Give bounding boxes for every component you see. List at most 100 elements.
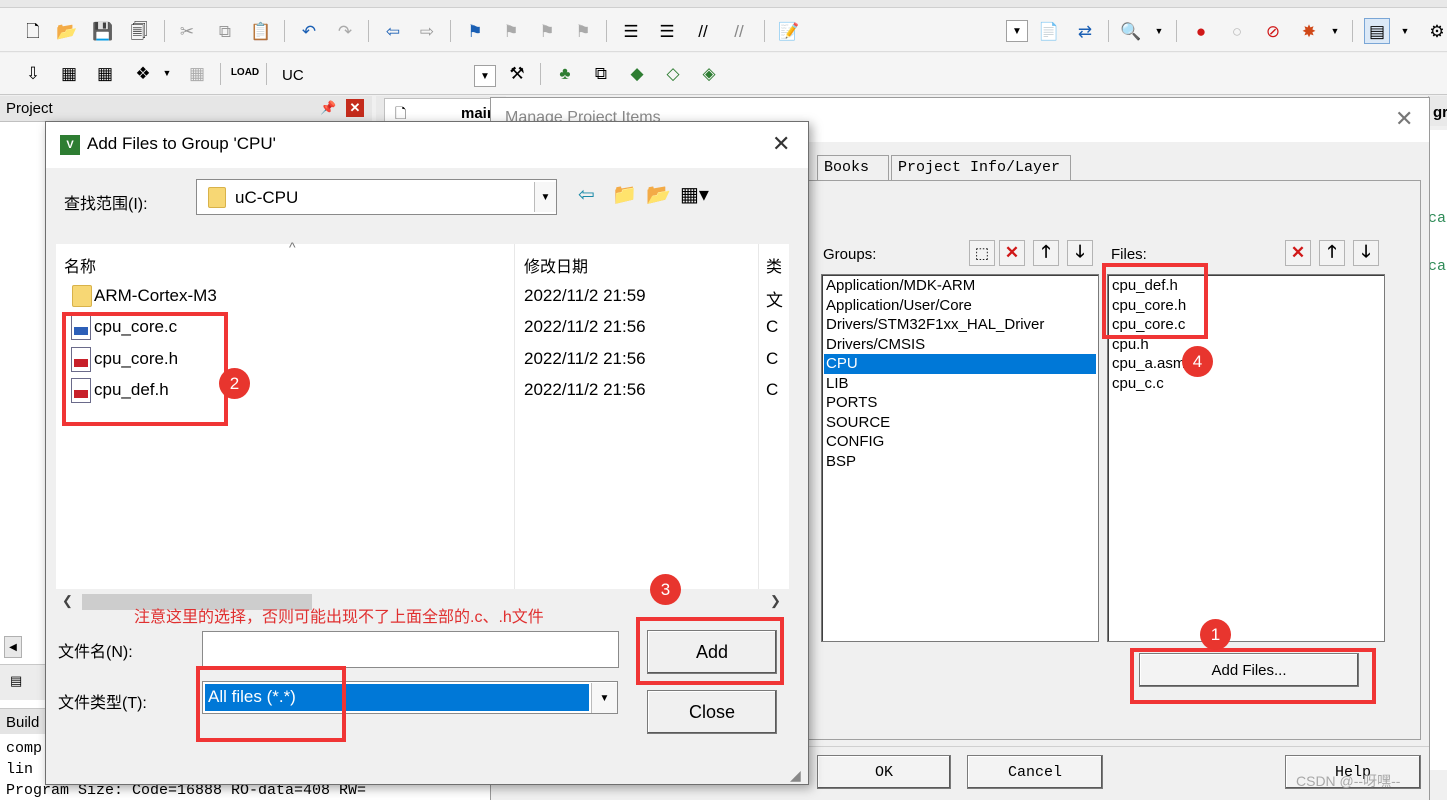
batch-build-icon[interactable]: ❖ — [130, 60, 156, 86]
list-item-selected[interactable]: CPU — [824, 354, 1096, 374]
chevron-down-icon[interactable]: ▼ — [534, 182, 556, 212]
build-icon[interactable]: ▦ — [56, 60, 82, 86]
move-down-icon[interactable]: 🡓 — [1353, 240, 1379, 266]
navigate-forward-icon[interactable]: ⇨ — [414, 18, 440, 44]
list-item[interactable]: Drivers/STM32F1xx_HAL_Driver — [824, 315, 1096, 335]
column-header-type[interactable]: 类 — [766, 253, 782, 277]
configure-icon[interactable]: ⚙ — [1424, 18, 1447, 44]
chevron-down-icon[interactable]: ▼ — [1146, 18, 1172, 44]
list-item[interactable]: cpu_a.asm — [1110, 354, 1382, 374]
paste-icon[interactable]: 📋 — [248, 18, 274, 44]
breakpoint-disable-icon[interactable]: ○ — [1224, 18, 1250, 44]
manage-project-items-icon[interactable]: ♣ — [552, 60, 578, 86]
toolbar-separator — [540, 63, 541, 85]
copy-icon[interactable]: ⧉ — [212, 18, 238, 44]
scroll-left-icon[interactable]: ❮ — [62, 593, 73, 609]
tab-books[interactable]: Books — [817, 155, 889, 181]
list-item[interactable]: CONFIG — [824, 432, 1096, 452]
save-all-icon[interactable]: 🗐 — [126, 18, 152, 44]
bookmark-next-icon[interactable]: ⚑ — [534, 18, 560, 44]
list-item[interactable]: LIB — [824, 374, 1096, 394]
delete-file-icon[interactable]: ✕ — [1285, 240, 1311, 266]
editor-tab-partial[interactable]: gr — [1428, 96, 1447, 126]
breakpoint-icon[interactable]: ● — [1188, 18, 1214, 44]
navigate-back-icon[interactable]: ⇦ — [380, 18, 406, 44]
scroll-left-button[interactable]: ◀ — [4, 636, 22, 658]
breakpoint-kill-all-icon[interactable]: ✸ — [1296, 18, 1322, 44]
look-in-select[interactable]: uC-CPU ▼ — [196, 179, 557, 215]
move-up-icon[interactable]: 🡑 — [1033, 240, 1059, 266]
list-item[interactable]: PORTS — [824, 393, 1096, 413]
list-item[interactable]: SOURCE — [824, 413, 1096, 433]
window-layout-icon[interactable]: ▤ — [1364, 18, 1390, 44]
annotation-badge: 3 — [650, 574, 681, 605]
undo-icon[interactable]: ↶ — [296, 18, 322, 44]
find-in-files-icon[interactable]: 📝 — [776, 18, 802, 44]
resize-grip-icon[interactable]: ◢ — [790, 767, 801, 784]
list-item[interactable]: Drivers/CMSIS — [824, 335, 1096, 355]
pack-installer-icon[interactable]: ◈ — [696, 60, 722, 86]
list-item[interactable]: Application/User/Core — [824, 296, 1096, 316]
close-icon[interactable]: ✕ — [1395, 106, 1413, 132]
rebuild-icon[interactable]: ▦ — [92, 60, 118, 86]
close-button[interactable]: Close — [647, 690, 777, 734]
groups-list[interactable]: Application/MDK-ARM Application/User/Cor… — [821, 274, 1099, 642]
cut-icon[interactable]: ✂ — [174, 18, 200, 44]
project-tab[interactable]: ▤ — [0, 664, 48, 700]
chevron-down-icon[interactable]: ▼ — [474, 65, 496, 87]
file-date: 2022/11/2 21:56 — [524, 317, 646, 336]
move-down-icon[interactable]: 🡓 — [1067, 240, 1093, 266]
unindent-icon[interactable]: ☰ — [654, 18, 680, 44]
new-file-icon[interactable]: 🗋 — [20, 18, 46, 44]
ok-button[interactable]: OK — [817, 755, 951, 789]
list-item[interactable]: BSP — [824, 452, 1096, 472]
source-browser-icon[interactable]: ⇄ — [1072, 18, 1098, 44]
file-extensions-icon[interactable]: ⧉ — [588, 60, 614, 86]
file-name: ARM-Cortex-M3 — [94, 286, 217, 305]
search-document-icon[interactable]: 📄 — [1036, 18, 1062, 44]
new-folder-icon[interactable]: 📂 — [646, 182, 671, 207]
back-arrow-icon[interactable]: ⇦ — [578, 182, 595, 207]
close-icon[interactable]: ✕ — [346, 99, 364, 117]
indent-icon[interactable]: ☰ — [618, 18, 644, 44]
pin-icon[interactable]: 📌 — [320, 100, 336, 116]
up-folder-icon[interactable]: 📁 — [612, 182, 637, 207]
bookmark-clear-icon[interactable]: ⚑ — [570, 18, 596, 44]
new-group-icon[interactable]: ⬚ — [969, 240, 995, 266]
column-header-date[interactable]: 修改日期 — [524, 253, 588, 277]
stop-build-icon[interactable]: ▦ — [184, 60, 210, 86]
chevron-down-icon[interactable]: ▼ — [154, 60, 180, 86]
move-up-icon[interactable]: 🡑 — [1319, 240, 1345, 266]
filename-input[interactable] — [202, 631, 619, 668]
redo-icon[interactable]: ↷ — [332, 18, 358, 44]
bookmark-icon[interactable]: ⚑ — [462, 18, 488, 44]
translate-icon[interactable]: ⇩ — [20, 60, 46, 86]
comment-icon[interactable]: // — [690, 18, 716, 44]
debug-session-icon[interactable]: 🔍 — [1118, 18, 1144, 44]
annotation-note: 注意这里的选择，否则可能出现不了上面全部的.c、.h文件 — [134, 609, 544, 626]
view-menu-icon[interactable]: ▦▾ — [680, 182, 709, 207]
manage-runtime-icon[interactable]: ◇ — [660, 60, 686, 86]
table-row[interactable]: ARM-Cortex-M3 2022/11/2 21:59 文 — [56, 281, 789, 312]
target-options-icon[interactable]: ⚒ — [504, 60, 530, 86]
close-icon[interactable]: ✕ — [772, 131, 790, 157]
breakpoint-disable-all-icon[interactable]: ⊘ — [1260, 18, 1286, 44]
column-header-name[interactable]: 名称 — [64, 253, 96, 277]
uncomment-icon[interactable]: // — [726, 18, 752, 44]
list-item[interactable]: Application/MDK-ARM — [824, 276, 1096, 296]
list-item[interactable]: cpu_c.c — [1110, 374, 1382, 394]
tab-project-info-layer[interactable]: Project Info/Layer — [891, 155, 1071, 181]
scroll-right-icon[interactable]: ❯ — [770, 593, 781, 609]
chevron-down-icon[interactable]: ▼ — [591, 683, 617, 713]
cancel-button[interactable]: Cancel — [967, 755, 1103, 789]
save-icon[interactable]: 💾 — [90, 18, 116, 44]
select-packs-icon[interactable]: ◆ — [624, 60, 650, 86]
bookmark-prev-icon[interactable]: ⚑ — [498, 18, 524, 44]
download-icon[interactable]: LOAD — [231, 60, 259, 86]
target-name[interactable]: UC — [282, 67, 304, 84]
chevron-down-icon[interactable]: ▼ — [1322, 18, 1348, 44]
chevron-down-icon[interactable]: ▼ — [1006, 20, 1028, 42]
open-folder-icon[interactable]: 📂 — [54, 18, 80, 44]
chevron-down-icon[interactable]: ▼ — [1392, 18, 1418, 44]
delete-group-icon[interactable]: ✕ — [999, 240, 1025, 266]
